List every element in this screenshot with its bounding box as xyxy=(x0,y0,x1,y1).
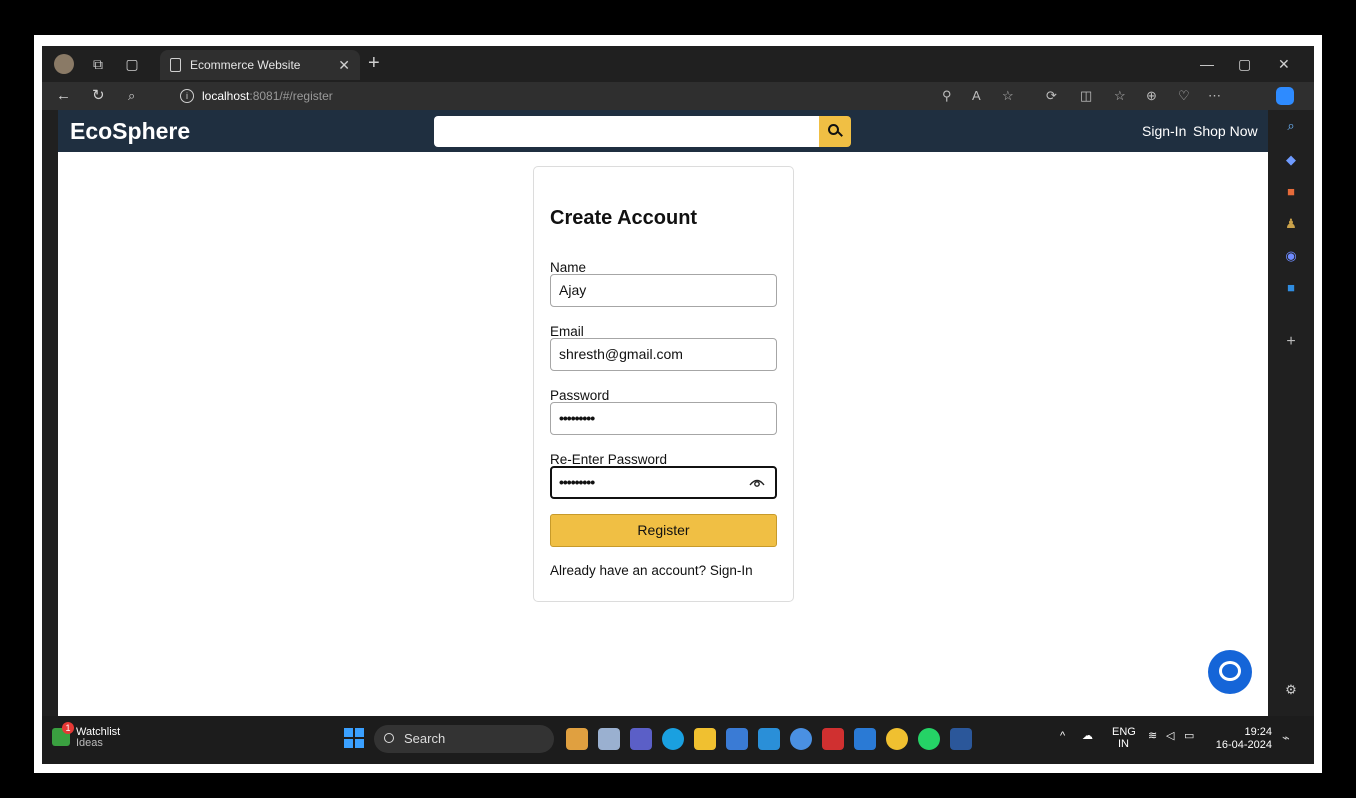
eye-icon[interactable] xyxy=(749,476,765,488)
nav-sign-in[interactable]: Sign-In xyxy=(1142,122,1186,140)
lang-bottom: IN xyxy=(1118,738,1129,750)
web-page: EcoSphere Sign-In Shop Now Create Accoun… xyxy=(58,110,1268,716)
app-icon-2[interactable] xyxy=(598,728,620,750)
close-tab-icon[interactable]: ✕ xyxy=(338,50,350,80)
info-icon[interactable]: i xyxy=(180,89,194,103)
back-icon[interactable]: ← xyxy=(56,86,71,106)
tab-ecommerce-website[interactable]: Ecommerce Website ✕ xyxy=(160,50,360,80)
lang-top: ENG xyxy=(1112,726,1136,738)
reenter-password-value: ••••••••• xyxy=(559,474,595,490)
clock[interactable]: 19:24 16-04-2024 xyxy=(1210,726,1272,752)
site-search-button[interactable] xyxy=(819,116,851,147)
tray-chevron-icon[interactable]: ^ xyxy=(1060,730,1065,742)
read-aloud-icon[interactable]: A xyxy=(972,86,981,106)
nav-shop-now[interactable]: Shop Now xyxy=(1193,122,1258,140)
start-tile xyxy=(344,739,353,748)
taskbar-search-label: Search xyxy=(404,731,446,746)
store-icon[interactable] xyxy=(726,728,748,750)
settings-icon[interactable]: ⚙ xyxy=(1281,680,1301,700)
favorites-icon[interactable]: ☆ xyxy=(1114,86,1126,106)
health-icon[interactable]: ♡ xyxy=(1178,86,1190,106)
refresh-icon[interactable]: ↻ xyxy=(92,86,105,106)
magnifier-handle xyxy=(837,131,843,138)
sidebar-tools-icon[interactable]: ■ xyxy=(1281,182,1301,202)
sidebar-copilot-icon[interactable]: ◉ xyxy=(1281,246,1301,266)
browser-tab-bar: ⧉ ▢ Ecommerce Website ✕ + — ▢ ✕ xyxy=(42,46,1314,82)
word-icon[interactable] xyxy=(950,728,972,750)
sidebar-add-icon[interactable]: + xyxy=(1281,332,1301,352)
sidebar-search-icon[interactable]: ⌕ xyxy=(1281,116,1301,136)
onedrive-icon[interactable]: ☁ xyxy=(1082,730,1093,742)
favorite-star-icon[interactable]: ☆ xyxy=(1002,86,1014,106)
url-field[interactable]: i localhost:8081/#/register xyxy=(172,85,942,107)
split-screen-icon[interactable]: ◫ xyxy=(1080,86,1092,106)
signin-link[interactable]: Already have an account? Sign-In xyxy=(550,563,753,579)
site-search-input[interactable] xyxy=(434,116,819,147)
restore-icon[interactable]: ▢ xyxy=(1238,54,1251,74)
email-field[interactable]: shresth@gmail.com xyxy=(550,338,777,371)
chat-bubble-inner xyxy=(1222,664,1238,678)
password-field[interactable]: ••••••••• xyxy=(550,402,777,435)
wifi-icon[interactable]: ≋ xyxy=(1148,730,1157,742)
widget-subtitle: Ideas xyxy=(76,737,103,749)
close-window-icon[interactable]: ✕ xyxy=(1278,54,1290,74)
start-tile xyxy=(355,728,364,737)
tab-title: Ecommerce Website xyxy=(190,58,301,72)
sidebar-games-icon[interactable]: ♟ xyxy=(1281,214,1301,234)
new-tab-icon[interactable]: + xyxy=(368,50,380,76)
reenter-password-field[interactable]: ••••••••• xyxy=(550,466,777,499)
whatsapp-icon[interactable] xyxy=(918,728,940,750)
sidebar-outlook-icon[interactable]: ■ xyxy=(1281,278,1301,298)
more-icon[interactable]: ⋯ xyxy=(1208,86,1221,106)
file-explorer-icon[interactable] xyxy=(694,728,716,750)
name-field[interactable]: Ajay xyxy=(550,274,777,307)
collections-icon[interactable]: ⊕ xyxy=(1146,86,1157,106)
app-icon-1[interactable] xyxy=(566,728,588,750)
page-icon xyxy=(170,58,181,72)
edge-icon[interactable] xyxy=(662,728,684,750)
volume-icon[interactable]: ◁ xyxy=(1166,730,1174,742)
site-header: EcoSphere Sign-In Shop Now xyxy=(58,110,1268,152)
page-title: Create Account xyxy=(550,207,698,229)
clock-date: 16-04-2024 xyxy=(1215,739,1272,751)
windows-taskbar: 1 Watchlist Ideas Search ^ ☁ ENG IN ≋ ◁ … xyxy=(42,716,1314,764)
site-logo[interactable]: EcoSphere xyxy=(70,116,190,146)
edge-sidebar: ⌕ ◆ ■ ♟ ◉ ■ + ⚙ xyxy=(1268,110,1314,716)
widget-badge: 1 xyxy=(62,722,74,734)
sidebar-shopping-icon[interactable]: ◆ xyxy=(1281,150,1301,170)
taskbar-search[interactable]: Search xyxy=(374,725,554,753)
extensions-icon[interactable]: ⟳ xyxy=(1046,86,1057,106)
minimize-icon[interactable]: — xyxy=(1200,54,1214,74)
app-icon-8[interactable] xyxy=(790,728,812,750)
mcafee-icon[interactable] xyxy=(822,728,844,750)
chat-icon[interactable] xyxy=(1208,650,1252,694)
start-tile xyxy=(344,728,353,737)
workspaces-icon[interactable]: ⧉ xyxy=(88,54,108,74)
start-tile xyxy=(355,739,364,748)
taskbar-search-icon xyxy=(384,733,394,743)
teams-icon[interactable] xyxy=(630,728,652,750)
copilot-icon[interactable] xyxy=(1276,87,1294,105)
desktop-screen: ⧉ ▢ Ecommerce Website ✕ + — ▢ ✕ ← ↻ ⌕ i … xyxy=(42,46,1314,764)
start-button[interactable] xyxy=(344,728,364,748)
profile-avatar-icon[interactable] xyxy=(54,54,74,74)
chrome-icon[interactable] xyxy=(886,728,908,750)
battery-icon[interactable]: ▭ xyxy=(1184,730,1194,742)
password-key-icon[interactable]: ⚲ xyxy=(942,86,952,106)
app-icon-7[interactable] xyxy=(758,728,780,750)
register-button[interactable]: Register xyxy=(550,514,777,547)
register-card: Create Account Name Ajay Email shresth@g… xyxy=(533,166,794,602)
screenshot-frame: ⧉ ▢ Ecommerce Website ✕ + — ▢ ✕ ← ↻ ⌕ i … xyxy=(0,0,1356,798)
url-path: :8081/#/register xyxy=(249,89,333,103)
browser-address-bar: ← ↻ ⌕ i localhost:8081/#/register ⚲ A ☆ … xyxy=(42,82,1314,110)
search-icon[interactable]: ⌕ xyxy=(128,86,135,106)
tab-actions-icon[interactable]: ▢ xyxy=(122,54,142,74)
vscode-icon[interactable] xyxy=(854,728,876,750)
url-host: localhost xyxy=(202,89,250,103)
notification-icon[interactable]: ⌁ xyxy=(1282,730,1290,746)
clock-time: 19:24 xyxy=(1244,726,1272,738)
